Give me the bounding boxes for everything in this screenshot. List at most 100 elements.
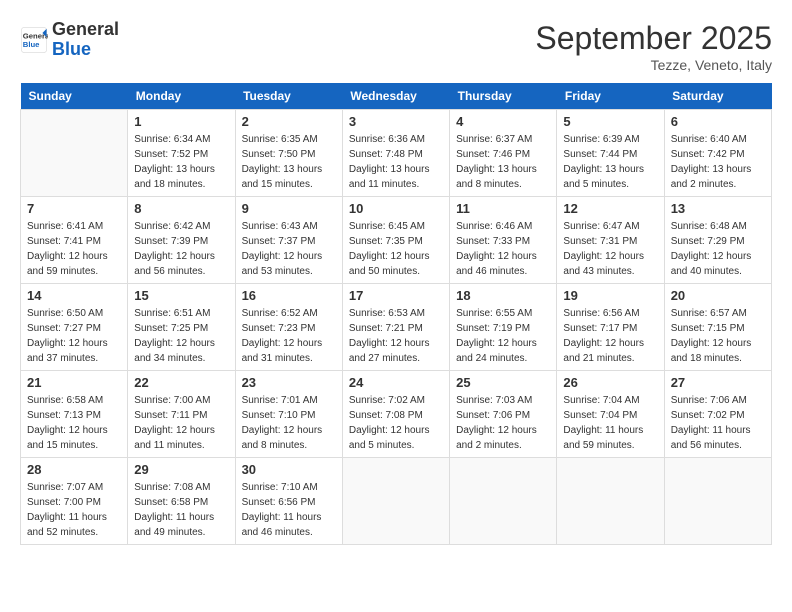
calendar-cell: 24 Sunrise: 7:02 AM Sunset: 7:08 PM Dayli… [342,371,449,458]
calendar-cell: 10 Sunrise: 6:45 AM Sunset: 7:35 PM Dayli… [342,197,449,284]
calendar-header-friday: Friday [557,83,664,110]
day-info: Sunrise: 7:02 AM Sunset: 7:08 PM Dayligh… [349,393,443,453]
day-info: Sunrise: 6:47 AM Sunset: 7:31 PM Dayligh… [563,219,657,279]
day-info: Sunrise: 6:46 AM Sunset: 7:33 PM Dayligh… [456,219,550,279]
day-info: Sunrise: 6:57 AM Sunset: 7:15 PM Dayligh… [671,306,765,366]
day-info: Sunrise: 6:41 AM Sunset: 7:41 PM Dayligh… [27,219,121,279]
logo: General Blue General Blue [20,20,119,60]
day-info: Sunrise: 6:34 AM Sunset: 7:52 PM Dayligh… [134,132,228,192]
calendar-cell: 27 Sunrise: 7:06 AM Sunset: 7:02 PM Dayli… [664,371,771,458]
day-number: 3 [349,114,443,129]
day-number: 29 [134,462,228,477]
location-text: Tezze, Veneto, Italy [535,57,772,73]
calendar-cell: 12 Sunrise: 6:47 AM Sunset: 7:31 PM Dayli… [557,197,664,284]
day-number: 17 [349,288,443,303]
day-number: 25 [456,375,550,390]
day-info: Sunrise: 6:51 AM Sunset: 7:25 PM Dayligh… [134,306,228,366]
calendar-cell: 21 Sunrise: 6:58 AM Sunset: 7:13 PM Dayli… [21,371,128,458]
calendar-cell: 26 Sunrise: 7:04 AM Sunset: 7:04 PM Dayli… [557,371,664,458]
calendar-cell: 25 Sunrise: 7:03 AM Sunset: 7:06 PM Dayli… [450,371,557,458]
calendar-cell: 2 Sunrise: 6:35 AM Sunset: 7:50 PM Daylig… [235,110,342,197]
day-info: Sunrise: 7:01 AM Sunset: 7:10 PM Dayligh… [242,393,336,453]
day-info: Sunrise: 6:37 AM Sunset: 7:46 PM Dayligh… [456,132,550,192]
calendar-cell [21,110,128,197]
day-info: Sunrise: 7:04 AM Sunset: 7:04 PM Dayligh… [563,393,657,453]
calendar-week-row: 7Sunrise: 6:41 AM Sunset: 7:41 PM Daylig… [21,197,772,284]
day-info: Sunrise: 6:35 AM Sunset: 7:50 PM Dayligh… [242,132,336,192]
calendar-header-monday: Monday [128,83,235,110]
day-info: Sunrise: 7:06 AM Sunset: 7:02 PM Dayligh… [671,393,765,453]
calendar-cell: 28 Sunrise: 7:07 AM Sunset: 7:00 PM Dayli… [21,458,128,545]
day-number: 8 [134,201,228,216]
day-info: Sunrise: 6:50 AM Sunset: 7:27 PM Dayligh… [27,306,121,366]
calendar-header-wednesday: Wednesday [342,83,449,110]
day-number: 30 [242,462,336,477]
day-number: 13 [671,201,765,216]
day-info: Sunrise: 7:08 AM Sunset: 6:58 PM Dayligh… [134,480,228,540]
day-number: 2 [242,114,336,129]
day-info: Sunrise: 7:07 AM Sunset: 7:00 PM Dayligh… [27,480,121,540]
day-number: 1 [134,114,228,129]
day-number: 6 [671,114,765,129]
calendar-header-tuesday: Tuesday [235,83,342,110]
day-number: 4 [456,114,550,129]
day-number: 12 [563,201,657,216]
calendar-cell: 29 Sunrise: 7:08 AM Sunset: 6:58 PM Dayli… [128,458,235,545]
logo-blue-text: Blue [52,39,91,59]
calendar-cell [342,458,449,545]
calendar-cell: 30 Sunrise: 7:10 AM Sunset: 6:56 PM Dayli… [235,458,342,545]
day-number: 26 [563,375,657,390]
calendar-cell: 15 Sunrise: 6:51 AM Sunset: 7:25 PM Dayli… [128,284,235,371]
day-number: 27 [671,375,765,390]
calendar-cell: 9Sunrise: 6:43 AM Sunset: 7:37 PM Daylig… [235,197,342,284]
day-info: Sunrise: 7:03 AM Sunset: 7:06 PM Dayligh… [456,393,550,453]
calendar-cell: 3 Sunrise: 6:36 AM Sunset: 7:48 PM Daylig… [342,110,449,197]
day-number: 28 [27,462,121,477]
day-number: 22 [134,375,228,390]
calendar-cell [557,458,664,545]
day-number: 19 [563,288,657,303]
day-number: 24 [349,375,443,390]
calendar-cell: 22 Sunrise: 7:00 AM Sunset: 7:11 PM Dayli… [128,371,235,458]
day-info: Sunrise: 6:40 AM Sunset: 7:42 PM Dayligh… [671,132,765,192]
calendar-week-row: 28 Sunrise: 7:07 AM Sunset: 7:00 PM Dayli… [21,458,772,545]
calendar-cell: 6 Sunrise: 6:40 AM Sunset: 7:42 PM Daylig… [664,110,771,197]
day-info: Sunrise: 7:00 AM Sunset: 7:11 PM Dayligh… [134,393,228,453]
calendar-cell [450,458,557,545]
day-number: 10 [349,201,443,216]
calendar-cell: 11Sunrise: 6:46 AM Sunset: 7:33 PM Dayli… [450,197,557,284]
svg-text:Blue: Blue [23,40,40,49]
calendar-cell: 20Sunrise: 6:57 AM Sunset: 7:15 PM Dayli… [664,284,771,371]
calendar-header-thursday: Thursday [450,83,557,110]
logo-icon: General Blue [20,26,48,54]
calendar-cell: 14 Sunrise: 6:50 AM Sunset: 7:27 PM Dayli… [21,284,128,371]
day-info: Sunrise: 6:55 AM Sunset: 7:19 PM Dayligh… [456,306,550,366]
day-number: 21 [27,375,121,390]
month-title: September 2025 [535,20,772,57]
calendar-header-saturday: Saturday [664,83,771,110]
calendar-cell: 1 Sunrise: 6:34 AM Sunset: 7:52 PM Daylig… [128,110,235,197]
calendar-header-sunday: Sunday [21,83,128,110]
calendar-cell: 23Sunrise: 7:01 AM Sunset: 7:10 PM Dayli… [235,371,342,458]
day-info: Sunrise: 6:52 AM Sunset: 7:23 PM Dayligh… [242,306,336,366]
day-number: 18 [456,288,550,303]
calendar-week-row: 14 Sunrise: 6:50 AM Sunset: 7:27 PM Dayli… [21,284,772,371]
calendar-cell: 5Sunrise: 6:39 AM Sunset: 7:44 PM Daylig… [557,110,664,197]
calendar-table: SundayMondayTuesdayWednesdayThursdayFrid… [20,83,772,545]
calendar-week-row: 21 Sunrise: 6:58 AM Sunset: 7:13 PM Dayli… [21,371,772,458]
calendar-cell: 7Sunrise: 6:41 AM Sunset: 7:41 PM Daylig… [21,197,128,284]
day-info: Sunrise: 7:10 AM Sunset: 6:56 PM Dayligh… [242,480,336,540]
day-info: Sunrise: 6:58 AM Sunset: 7:13 PM Dayligh… [27,393,121,453]
day-info: Sunrise: 6:56 AM Sunset: 7:17 PM Dayligh… [563,306,657,366]
day-info: Sunrise: 6:36 AM Sunset: 7:48 PM Dayligh… [349,132,443,192]
day-number: 14 [27,288,121,303]
calendar-week-row: 1 Sunrise: 6:34 AM Sunset: 7:52 PM Daylig… [21,110,772,197]
calendar-cell: 8Sunrise: 6:42 AM Sunset: 7:39 PM Daylig… [128,197,235,284]
calendar-cell: 19 Sunrise: 6:56 AM Sunset: 7:17 PM Dayli… [557,284,664,371]
day-number: 16 [242,288,336,303]
day-info: Sunrise: 6:45 AM Sunset: 7:35 PM Dayligh… [349,219,443,279]
day-info: Sunrise: 6:39 AM Sunset: 7:44 PM Dayligh… [563,132,657,192]
day-number: 15 [134,288,228,303]
calendar-cell: 16 Sunrise: 6:52 AM Sunset: 7:23 PM Dayli… [235,284,342,371]
title-block: September 2025 Tezze, Veneto, Italy [535,20,772,73]
